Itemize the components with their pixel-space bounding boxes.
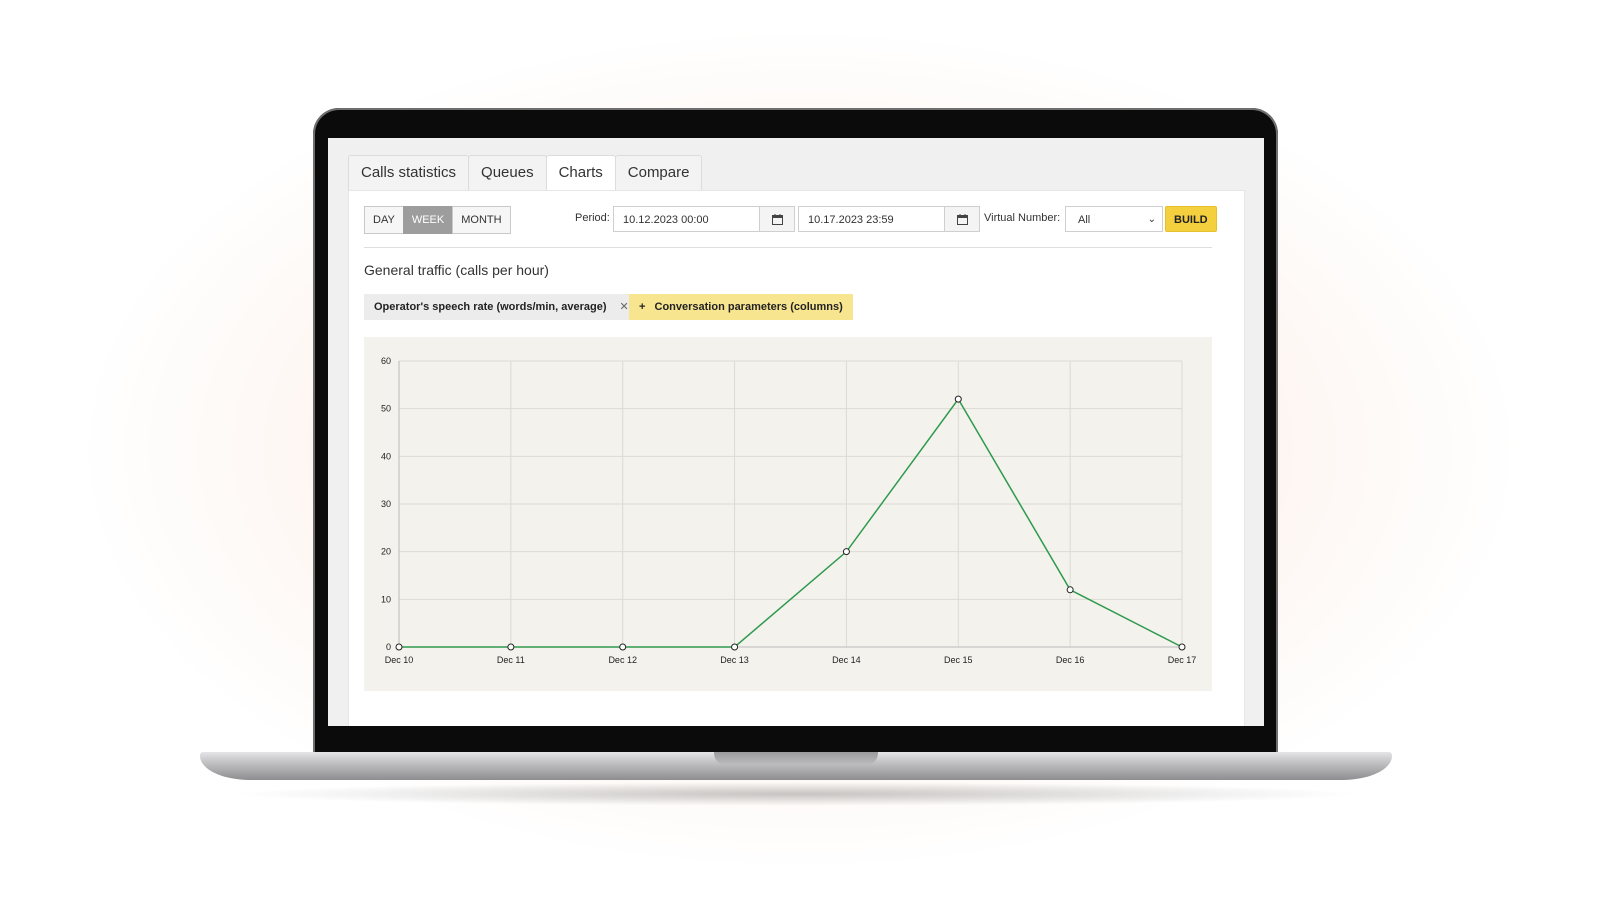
tab-charts[interactable]: Charts [545,155,616,192]
data-point [842,548,850,556]
metric-chip[interactable]: Operator's speech rate (words/min, avera… [364,294,639,320]
period-start-input[interactable]: 10.12.2023 00:00 [613,206,760,232]
tab-calls-statistics[interactable]: Calls statistics [348,155,470,191]
chart-area: 0 10 20 30 40 50 60 Dec 10 Dec 11 Dec 12 Dec 13 Dec… [364,337,1212,691]
laptop-notch [714,752,878,765]
screen: Calls statistics Queues Charts Compare D… [328,138,1264,726]
data-point [1066,586,1074,594]
y-tick-label: 40 [381,451,391,461]
virtual-number-label: Virtual Number: [984,212,1061,224]
build-button[interactable]: BUILD [1165,206,1217,232]
section-title: General traffic (calls per hour) [364,262,549,278]
data-point [1178,643,1186,651]
period-label: Period: [575,212,610,224]
charts-panel: DAY WEEK MONTH Period: 10.12.2023 00:00 … [348,190,1245,726]
x-tick-label: Dec 17 [1168,655,1197,665]
x-tick-label: Dec 14 [832,655,861,665]
x-tick-label: Dec 13 [720,655,749,665]
metric-chip-label: Operator's speech rate (words/min, avera… [374,301,607,313]
x-tick-label: Dec 11 [497,655,525,665]
day-button[interactable]: DAY [364,206,404,234]
data-point [395,643,403,651]
period-end-input[interactable]: 10.17.2023 23:59 [798,206,945,232]
add-parameters-label: Conversation parameters (columns) [654,301,843,313]
data-point [731,643,739,651]
line-chart: 0 10 20 30 40 50 60 Dec 10 Dec 11 Dec 12 Dec 13 Dec… [381,356,1197,665]
series-line [399,397,1183,648]
data-point [619,643,627,651]
x-tick-label: Dec 10 [385,655,414,665]
laptop-shadow [230,782,1362,806]
y-tick-label: 60 [381,356,391,366]
y-tick-label: 0 [386,642,391,652]
x-tick-label: Dec 16 [1056,655,1085,665]
chevron-down-icon: ⌄ [1147,214,1156,225]
x-tick-label: Dec 15 [944,655,973,665]
tab-queues[interactable]: Queues [468,155,547,191]
tab-compare[interactable]: Compare [614,155,703,191]
y-tick-label: 20 [381,547,391,557]
x-tick-label: Dec 12 [608,655,637,665]
tab-bar: Calls statistics Queues Charts Compare [348,155,703,192]
calendar-icon[interactable] [759,206,795,232]
close-icon[interactable]: ✕ [620,301,629,313]
y-tick-label: 10 [381,594,391,604]
range-selector: DAY WEEK MONTH [364,206,511,234]
data-point [954,395,962,403]
data-point [507,643,515,651]
virtual-number-select[interactable]: All ⌄ [1065,206,1163,232]
add-parameters-button[interactable]: + Conversation parameters (columns) [629,294,853,320]
y-tick-label: 50 [381,404,391,414]
divider [364,247,1212,248]
week-button[interactable]: WEEK [402,206,454,234]
calendar-icon[interactable] [944,206,980,232]
plus-icon: + [639,301,646,313]
y-tick-label: 30 [381,499,391,509]
virtual-number-value: All [1078,214,1091,226]
month-button[interactable]: MONTH [452,206,511,234]
